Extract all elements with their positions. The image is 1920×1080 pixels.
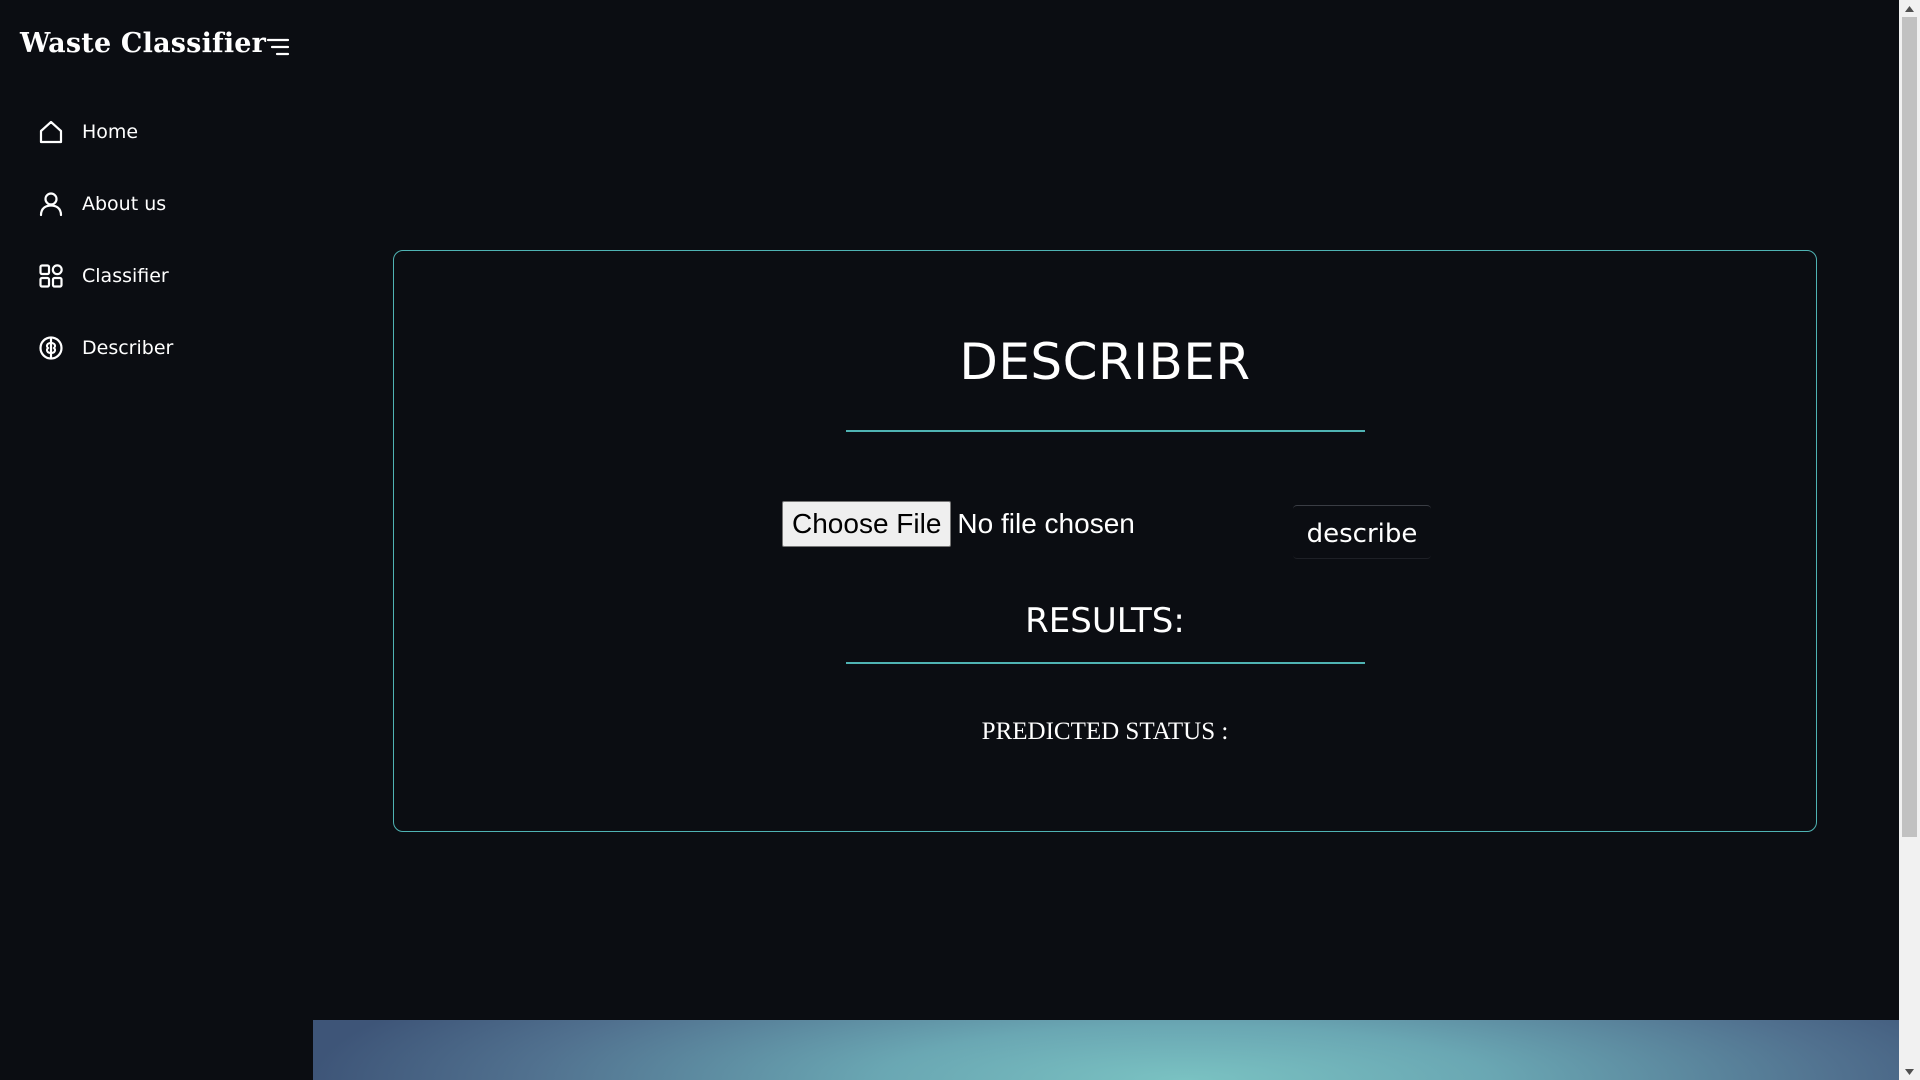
- caret-down-icon: [1905, 1068, 1914, 1075]
- brain-icon: [38, 335, 64, 361]
- sidebar-item-classifier[interactable]: Classifier: [0, 256, 313, 296]
- results-heading: RESULTS:: [1025, 601, 1185, 641]
- menu-toggle-button[interactable]: [266, 36, 290, 58]
- user-icon: [38, 191, 64, 217]
- footer-gradient-band: [313, 1020, 1899, 1080]
- describer-card: DESCRIBER Choose File No file chosen des…: [393, 250, 1817, 832]
- results-divider: [846, 662, 1365, 664]
- sidebar-item-label: Describer: [82, 337, 174, 359]
- home-icon: [38, 119, 64, 145]
- scroll-down-arrow[interactable]: [1899, 1063, 1920, 1080]
- describe-button[interactable]: describe: [1293, 505, 1431, 559]
- file-input: Choose File No file chosen: [782, 501, 1135, 547]
- sidebar-item-label: Home: [82, 121, 139, 143]
- predicted-status-label: PREDICTED STATUS :: [981, 718, 1229, 745]
- sidebar-nav: Home About us Classifier Describer: [0, 112, 313, 400]
- file-status-text: No file chosen: [957, 508, 1135, 539]
- brand-title: Waste Classifier: [20, 28, 267, 59]
- scroll-up-arrow[interactable]: [1899, 0, 1920, 17]
- menu-lines-icon: [266, 38, 290, 56]
- sidebar-item-about-us[interactable]: About us: [0, 184, 313, 224]
- sidebar-item-home[interactable]: Home: [0, 112, 313, 152]
- sidebar-item-label: Classifier: [82, 265, 169, 287]
- page-title: DESCRIBER: [959, 333, 1251, 391]
- sidebar: Waste Classifier Home About us Classifie…: [0, 0, 313, 1080]
- choose-file-button[interactable]: Choose File: [782, 501, 952, 547]
- scrollbar-thumb[interactable]: [1902, 17, 1917, 837]
- vertical-scrollbar[interactable]: [1899, 0, 1920, 1080]
- caret-up-icon: [1905, 5, 1914, 12]
- sidebar-item-label: About us: [82, 193, 167, 215]
- title-divider: [846, 430, 1365, 432]
- grid-icon: [38, 263, 64, 289]
- sidebar-item-describer[interactable]: Describer: [0, 328, 313, 368]
- app-root: Waste Classifier Home About us Classifie…: [0, 0, 1920, 1080]
